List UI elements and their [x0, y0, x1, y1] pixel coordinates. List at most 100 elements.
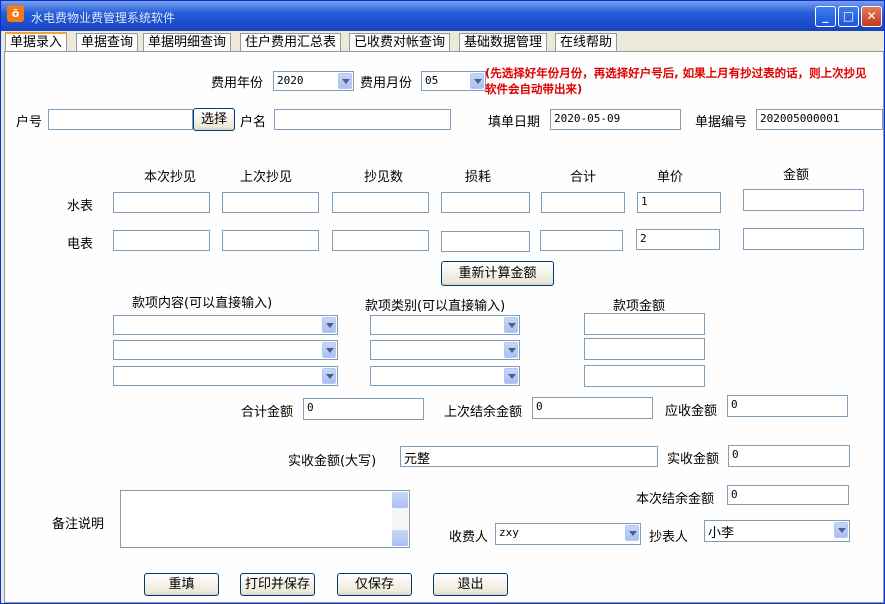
date-input[interactable]: 2020-05-09	[550, 109, 681, 130]
item-type-header: 款项类别(可以直接输入)	[365, 299, 506, 314]
month-select[interactable]: 05	[421, 71, 486, 91]
chevron-down-icon[interactable]	[322, 368, 336, 384]
item-type-select-2[interactable]	[370, 340, 520, 360]
electric-loss-input[interactable]	[441, 231, 530, 252]
chevron-down-icon[interactable]	[322, 342, 336, 358]
actual-amount-input[interactable]: 0	[728, 445, 850, 467]
tab-basic-data[interactable]: 基础数据管理	[459, 33, 548, 51]
account-input[interactable]	[48, 109, 193, 130]
month-value: 05	[425, 74, 439, 87]
tab-household-summary[interactable]: 住户费用汇总表	[240, 33, 342, 51]
maximize-button[interactable]: □	[838, 6, 859, 27]
water-total-input[interactable]	[541, 192, 625, 213]
minimize-button[interactable]: _	[815, 6, 836, 27]
collector-select[interactable]: zxy	[495, 523, 641, 545]
water-previous-input[interactable]	[222, 192, 319, 213]
electric-current-input[interactable]	[113, 230, 210, 251]
chevron-down-icon[interactable]	[504, 368, 518, 384]
notes-textarea[interactable]	[120, 490, 410, 548]
close-icon: ✕	[866, 9, 877, 23]
header-amount: 金额	[783, 168, 810, 183]
electric-total-input[interactable]	[540, 230, 623, 251]
print-and-save-button[interactable]: 打印并保存	[240, 573, 315, 596]
chevron-down-icon[interactable]	[322, 317, 336, 333]
item-content-select-3[interactable]	[113, 366, 338, 386]
header-total: 合计	[570, 170, 597, 185]
doc-no-label: 单据编号	[695, 115, 748, 130]
account-label: 户号	[16, 115, 43, 130]
date-label: 填单日期	[488, 115, 541, 130]
tab-paid-reconciliation[interactable]: 已收费对帐查询	[349, 33, 451, 51]
tab-document-query[interactable]: 单据查询	[76, 33, 139, 51]
title-bar[interactable]: ō 水电费物业费管理系统软件 _ □ ✕	[1, 1, 884, 31]
water-amount-input[interactable]	[743, 189, 864, 211]
select-account-button[interactable]: 选择	[193, 108, 235, 131]
receivable-input[interactable]: 0	[727, 395, 848, 417]
item-type-select-1[interactable]	[370, 315, 520, 335]
tab-strip: 单据录入 单据查询 单据明细查询 住户费用汇总表 已收费对帐查询 基础数据管理 …	[1, 32, 884, 53]
hint-line-1: (先选择好年份月份，再选择好户号后, 如果上月有抄过表的话，则上次抄见	[485, 66, 867, 80]
receivable-label: 应收金额	[665, 404, 718, 419]
chevron-down-icon[interactable]	[504, 342, 518, 358]
year-label: 费用年份	[211, 76, 264, 91]
previous-balance-input[interactable]: 0	[532, 397, 653, 419]
entry-panel: 费用年份 2020 费用月份 05 (先选择好年份月份，再选择好户号后, 如果上…	[4, 51, 884, 603]
scroll-up-icon[interactable]	[392, 492, 408, 508]
maximize-icon: □	[842, 9, 855, 23]
item-type-select-3[interactable]	[370, 366, 520, 386]
app-icon: ō	[7, 5, 24, 22]
doc-no-input[interactable]: 202005000001	[756, 109, 883, 130]
current-balance-label: 本次结余金额	[636, 492, 715, 507]
tab-document-detail-query[interactable]: 单据明细查询	[143, 33, 232, 51]
year-select[interactable]: 2020	[273, 71, 354, 91]
actual-amount-upper-label: 实收金额(大写)	[288, 454, 377, 469]
meter-reader-label: 抄表人	[649, 530, 689, 545]
notes-scrollbar[interactable]	[392, 492, 408, 546]
hint-line-2: 软件会自动带出来)	[485, 82, 583, 96]
chevron-down-icon[interactable]	[625, 525, 639, 541]
meter-reader-select[interactable]: 小李	[704, 520, 850, 542]
electric-unit-price-input[interactable]: 2	[636, 229, 720, 250]
month-label: 费用月份	[360, 76, 413, 91]
chevron-down-icon[interactable]	[834, 522, 848, 538]
tab-document-entry[interactable]: 单据录入	[5, 32, 68, 53]
name-label: 户名	[240, 115, 267, 130]
save-only-button[interactable]: 仅保存	[337, 573, 412, 596]
water-current-input[interactable]	[113, 192, 210, 213]
item-amount-input-3[interactable]	[584, 365, 705, 387]
item-amount-input-2[interactable]	[584, 338, 705, 360]
meter-reader-value: 小李	[708, 526, 735, 541]
recalculate-button[interactable]: 重新计算金额	[441, 261, 554, 286]
header-reading-count: 抄见数	[364, 170, 404, 185]
chevron-down-icon[interactable]	[504, 317, 518, 333]
header-unit-price: 单价	[657, 170, 684, 185]
actual-amount-upper-input[interactable]: 元整	[400, 446, 658, 467]
item-amount-header: 款项金额	[613, 299, 666, 314]
close-button[interactable]: ✕	[861, 6, 882, 27]
water-loss-input[interactable]	[441, 192, 530, 213]
water-reading-input[interactable]	[332, 192, 429, 213]
chevron-down-icon[interactable]	[338, 73, 352, 89]
total-amount-input[interactable]: 0	[303, 398, 424, 420]
exit-button[interactable]: 退出	[433, 573, 508, 596]
total-amount-label: 合计金额	[241, 405, 294, 420]
name-input[interactable]	[274, 109, 451, 130]
electric-previous-input[interactable]	[222, 230, 319, 251]
reset-button[interactable]: 重填	[144, 573, 219, 596]
item-content-select-1[interactable]	[113, 315, 338, 335]
collector-value: zxy	[499, 526, 519, 539]
item-amount-input-1[interactable]	[584, 313, 705, 335]
tab-online-help[interactable]: 在线帮助	[555, 33, 618, 51]
water-unit-price-input[interactable]: 1	[637, 192, 721, 213]
actual-amount-label: 实收金额	[667, 452, 720, 467]
window-title: 水电费物业费管理系统软件	[31, 11, 176, 25]
current-balance-input[interactable]: 0	[727, 485, 849, 505]
electric-reading-input[interactable]	[332, 230, 429, 251]
year-value: 2020	[277, 74, 304, 87]
electric-amount-input[interactable]	[743, 228, 864, 250]
item-content-header: 款项内容(可以直接输入)	[132, 296, 273, 311]
scroll-down-icon[interactable]	[392, 530, 408, 546]
item-content-select-2[interactable]	[113, 340, 338, 360]
header-previous-reading: 上次抄见	[240, 170, 293, 185]
chevron-down-icon[interactable]	[470, 73, 484, 89]
